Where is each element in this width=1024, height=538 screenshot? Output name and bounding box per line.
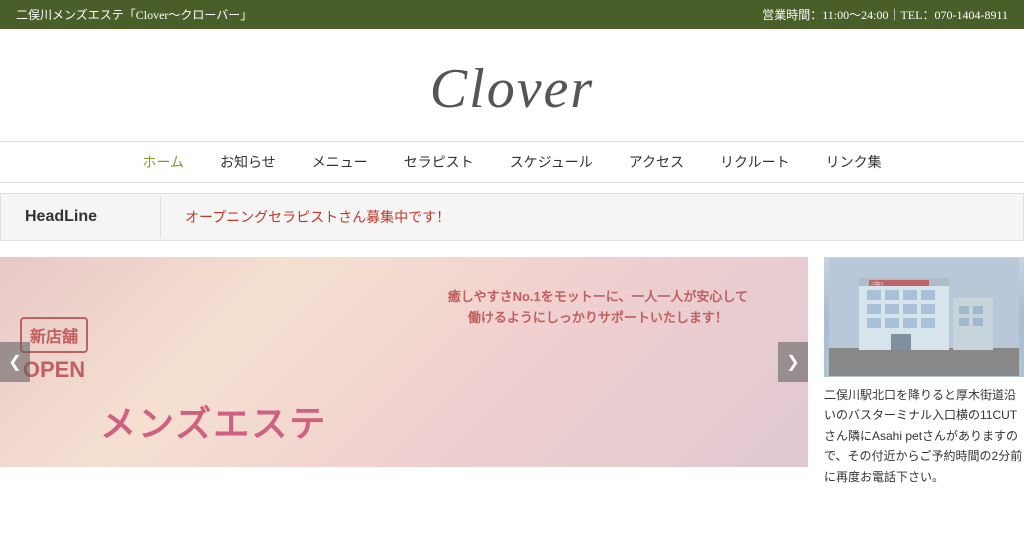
- slideshow-container: 新店舗 OPEN 癒しやすさNo.1をモットーに、一人一人が安心して働けるように…: [0, 257, 808, 467]
- svg-text:二俣川: 二俣川: [871, 280, 883, 286]
- site-title: 二俣川メンズエステ「Clover〜クローバー」: [16, 6, 252, 23]
- open-label: OPEN: [20, 357, 88, 383]
- nav-item-access[interactable]: アクセス: [629, 152, 684, 172]
- next-slide-button[interactable]: ❯: [778, 342, 808, 382]
- main-content: 新店舗 OPEN 癒しやすさNo.1をモットーに、一人一人が安心して働けるように…: [0, 241, 1024, 487]
- side-img-placeholder: 二俣川: [824, 257, 1024, 377]
- nav-item-links[interactable]: リンク集: [826, 152, 882, 172]
- side-panel: 二俣川 二俣川駅北口を降りると厚木街道沿いのバスターミナル入口横の11CUTさん…: [824, 257, 1024, 487]
- nav-item-therapist[interactable]: セラピスト: [404, 152, 474, 172]
- slideshow-image: 新店舗 OPEN 癒しやすさNo.1をモットーに、一人一人が安心して働けるように…: [0, 257, 808, 467]
- building-svg: 二俣川: [829, 258, 1019, 376]
- headline-label: HeadLine: [1, 196, 161, 238]
- nav-item-schedule[interactable]: スケジュール: [510, 152, 593, 172]
- headline-content: オープニングセラピストさん募集中です！: [161, 195, 474, 239]
- logo-area: Clover: [0, 29, 1024, 141]
- business-info: 営業時間：11:00〜24:00｜TEL：070-1404-8911: [762, 6, 1008, 23]
- nav-item-menu[interactable]: メニュー: [312, 152, 368, 172]
- side-description: 二俣川駅北口を降りると厚木街道沿いのバスターミナル入口横の11CUTさん隣にAs…: [824, 385, 1024, 487]
- nav-item-recruit[interactable]: リクルート: [720, 152, 790, 172]
- prev-slide-button[interactable]: ❮: [0, 342, 30, 382]
- side-image: 二俣川: [824, 257, 1024, 377]
- slide-overlay-text: 癒しやすさNo.1をモットーに、一人一人が安心して働けるようにしっかりサポートい…: [448, 287, 748, 329]
- slide-main-text: メンズエステ: [100, 395, 327, 447]
- headline-bar: HeadLine オープニングセラピストさん募集中です！: [0, 193, 1024, 241]
- top-bar: 二俣川メンズエステ「Clover〜クローバー」 営業時間：11:00〜24:00…: [0, 0, 1024, 29]
- logo: Clover: [430, 58, 594, 120]
- nav-bar: ホーム お知らせ メニュー セラピスト スケジュール アクセス リクルート リン…: [0, 141, 1024, 183]
- new-store-label: 新店舗: [20, 317, 88, 353]
- nav-item-home[interactable]: ホーム: [142, 152, 184, 172]
- slide-new-badge: 新店舗 OPEN: [20, 317, 88, 383]
- nav-item-news[interactable]: お知らせ: [220, 152, 276, 172]
